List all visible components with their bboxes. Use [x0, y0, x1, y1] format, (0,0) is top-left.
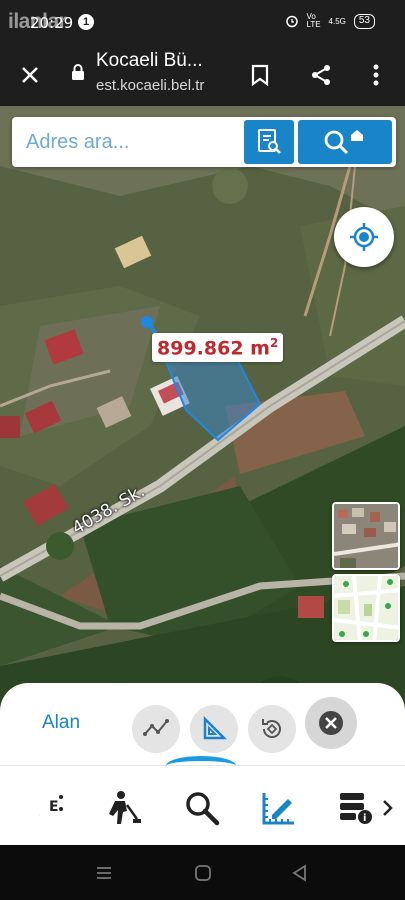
- toolbar-e-municipality[interactable]: E: [25, 786, 69, 830]
- toolbar-search[interactable]: [180, 786, 224, 830]
- share-icon: [312, 65, 330, 85]
- distance-tool-button[interactable]: [132, 705, 180, 753]
- measure-mode-label: Alan: [42, 712, 81, 733]
- recent-apps-icon[interactable]: [94, 863, 114, 883]
- address-search-input[interactable]: [26, 125, 246, 159]
- reset-rotate-button[interactable]: [248, 705, 296, 753]
- status-bar: ilanlar 20:29 1 Vo LTE 4.5G 53: [0, 0, 405, 44]
- close-measure-button[interactable]: [305, 697, 357, 749]
- toolbar-layers-info[interactable]: i: [333, 786, 377, 830]
- e-municipality-icon: E: [36, 795, 63, 821]
- android-nav-bar: [0, 845, 405, 900]
- status-icons: Vo LTE 4.5G 53: [285, 13, 375, 29]
- bookmark-button[interactable]: [242, 57, 278, 93]
- page-url[interactable]: est.kocaeli.bel.tr: [96, 77, 204, 94]
- area-value: 899.862 m: [157, 337, 270, 360]
- clock: 20:29: [30, 14, 74, 32]
- search-home-button[interactable]: [298, 120, 392, 164]
- map-view[interactable]: [0, 106, 405, 746]
- back-icon[interactable]: [290, 863, 310, 883]
- address-search-bar: [12, 117, 396, 167]
- search-icon: [186, 792, 220, 826]
- document-search-icon: [258, 129, 281, 154]
- more-menu-button[interactable]: [358, 57, 394, 93]
- notification-badge: 1: [78, 14, 94, 30]
- my-location-button[interactable]: [334, 207, 394, 267]
- street-layer-thumbnail[interactable]: [332, 574, 400, 642]
- reset-rotate-icon: [262, 719, 281, 738]
- share-button[interactable]: [303, 57, 339, 93]
- measurement-panel: Alan: [0, 683, 405, 765]
- alarm-icon: [285, 15, 298, 28]
- satellite-imagery: [0, 106, 405, 746]
- close-tab-button[interactable]: [12, 57, 48, 93]
- page-title: Kocaeli Bü...: [96, 50, 203, 71]
- area-unit-exponent: 2: [269, 336, 279, 350]
- svg-text:E: E: [49, 799, 59, 815]
- svg-text:i: i: [363, 813, 366, 824]
- satellite-layer-thumbnail[interactable]: [332, 502, 400, 570]
- toolbar-measure[interactable]: [257, 786, 301, 830]
- chevron-right-icon: [383, 800, 393, 816]
- street-map-layer-icon: [334, 576, 398, 640]
- layers-info-icon: i: [340, 793, 372, 824]
- bottom-toolbar: E i: [0, 756, 405, 845]
- bookmark-icon: [251, 64, 269, 86]
- area-tool-icon: [203, 716, 227, 740]
- area-tool-button[interactable]: [190, 705, 238, 753]
- measure-icon: [262, 793, 294, 825]
- volte-label: Vo LTE: [306, 12, 321, 29]
- road-works-icon: [109, 791, 141, 824]
- search-home-icon: [324, 130, 363, 155]
- home-icon[interactable]: [193, 863, 213, 883]
- signal-label: 4.5G: [328, 16, 346, 26]
- area-measurement-label: 899.862 m2: [152, 333, 284, 363]
- battery-icon: 53: [353, 13, 375, 29]
- more-vert-icon: [373, 64, 379, 86]
- search-list-button[interactable]: [244, 120, 294, 164]
- distance-tool-icon: [143, 719, 169, 736]
- close-icon: [22, 67, 38, 83]
- satellite-layer-icon: [334, 504, 398, 568]
- active-indicator: [166, 756, 236, 776]
- toolbar-next-button[interactable]: [378, 786, 398, 830]
- browser-toolbar: Kocaeli Bü... est.kocaeli.bel.tr: [0, 44, 405, 106]
- close-icon: [319, 711, 343, 735]
- gps-locate-icon: [350, 223, 378, 251]
- lock-icon: [72, 64, 84, 80]
- toolbar-road-works[interactable]: [102, 786, 146, 830]
